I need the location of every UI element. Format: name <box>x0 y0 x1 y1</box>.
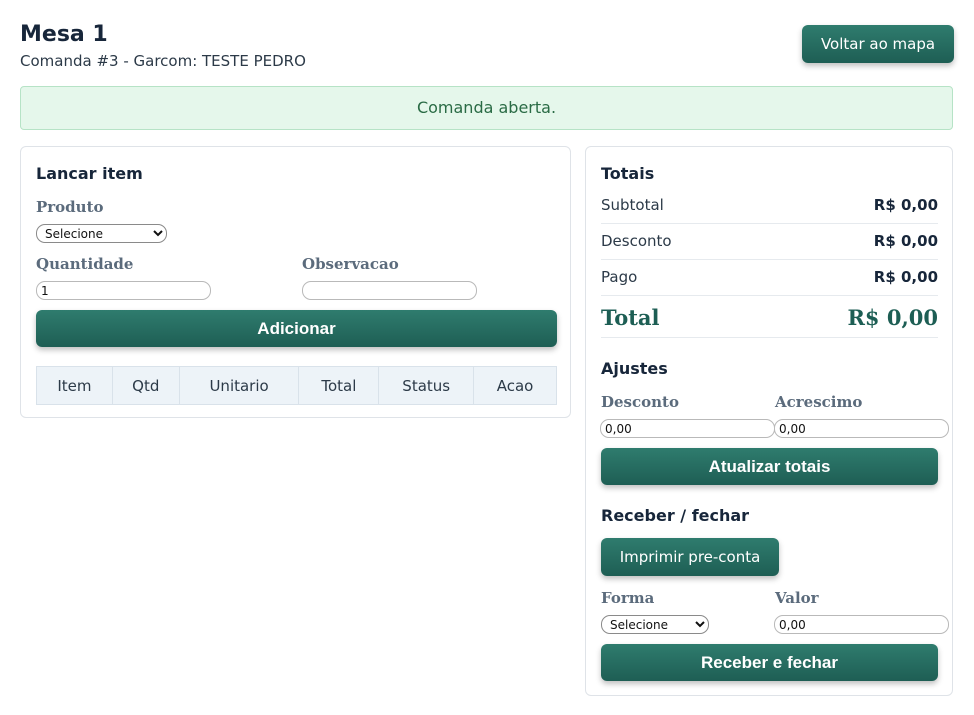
totals-row-paid: Pago R$ 0,00 <box>601 260 938 296</box>
page-subtitle: Comanda #3 - Garcom: TESTE PEDRO <box>20 52 306 70</box>
payment-method-label: Forma <box>601 589 655 607</box>
update-totals-button[interactable]: Atualizar totais <box>601 448 938 485</box>
totals-title: Totais <box>601 164 655 183</box>
quantity-label: Quantidade <box>36 255 134 273</box>
grand-total-value: R$ 0,00 <box>847 305 938 330</box>
close-section-title: Receber / fechar <box>601 506 750 525</box>
launch-item-card: Lancar item Produto Selecione Quantidade… <box>20 146 571 418</box>
subtotal-value: R$ 0,00 <box>873 196 938 214</box>
column-header-total: Total <box>298 366 380 405</box>
page-header: Mesa 1 Comanda #3 - Garcom: TESTE PEDRO … <box>20 20 954 72</box>
column-header-item: Item <box>36 366 113 405</box>
status-alert: Comanda aberta. <box>20 86 953 130</box>
surcharge-label: Acrescimo <box>775 393 863 411</box>
note-input[interactable] <box>302 281 477 300</box>
subtotal-label: Subtotal <box>601 196 664 214</box>
items-table: Item Qtd Unitario Total Status Acao <box>36 366 557 405</box>
note-label: Observacao <box>302 255 399 273</box>
paid-label: Pago <box>601 268 638 286</box>
totals-card: Totais Subtotal R$ 0,00 Desconto R$ 0,00… <box>585 146 953 696</box>
payment-method-select[interactable]: Selecione <box>601 615 709 634</box>
surcharge-input[interactable] <box>774 419 949 438</box>
discount-label: Desconto <box>601 393 679 411</box>
product-select[interactable]: Selecione <box>36 224 167 243</box>
totals-row-subtotal: Subtotal R$ 0,00 <box>601 188 938 224</box>
amount-label: Valor <box>775 589 819 607</box>
discount-total-label: Desconto <box>601 232 672 250</box>
launch-item-title: Lancar item <box>36 164 143 183</box>
back-to-map-button[interactable]: Voltar ao mapa <box>802 25 954 63</box>
discount-total-value: R$ 0,00 <box>873 232 938 250</box>
add-item-button[interactable]: Adicionar <box>36 310 557 347</box>
paid-value: R$ 0,00 <box>873 268 938 286</box>
amount-input[interactable] <box>774 615 949 634</box>
column-header-status: Status <box>378 366 475 405</box>
grand-total-label: Total <box>601 305 660 330</box>
quantity-input[interactable] <box>36 281 211 300</box>
column-header-action: Acao <box>473 366 557 405</box>
column-header-unit-price: Unitario <box>178 366 300 405</box>
page-title: Mesa 1 <box>20 22 108 47</box>
print-pre-bill-button[interactable]: Imprimir pre-conta <box>601 538 779 576</box>
items-table-header-row: Item Qtd Unitario Total Status Acao <box>36 366 557 405</box>
totals-row-total: Total R$ 0,00 <box>601 299 938 338</box>
discount-input[interactable] <box>600 419 775 438</box>
receive-and-close-button[interactable]: Receber e fechar <box>601 644 938 681</box>
column-header-qty: Qtd <box>111 366 180 405</box>
adjustments-title: Ajustes <box>601 359 668 378</box>
product-label: Produto <box>36 198 104 216</box>
totals-row-discount: Desconto R$ 0,00 <box>601 224 938 260</box>
